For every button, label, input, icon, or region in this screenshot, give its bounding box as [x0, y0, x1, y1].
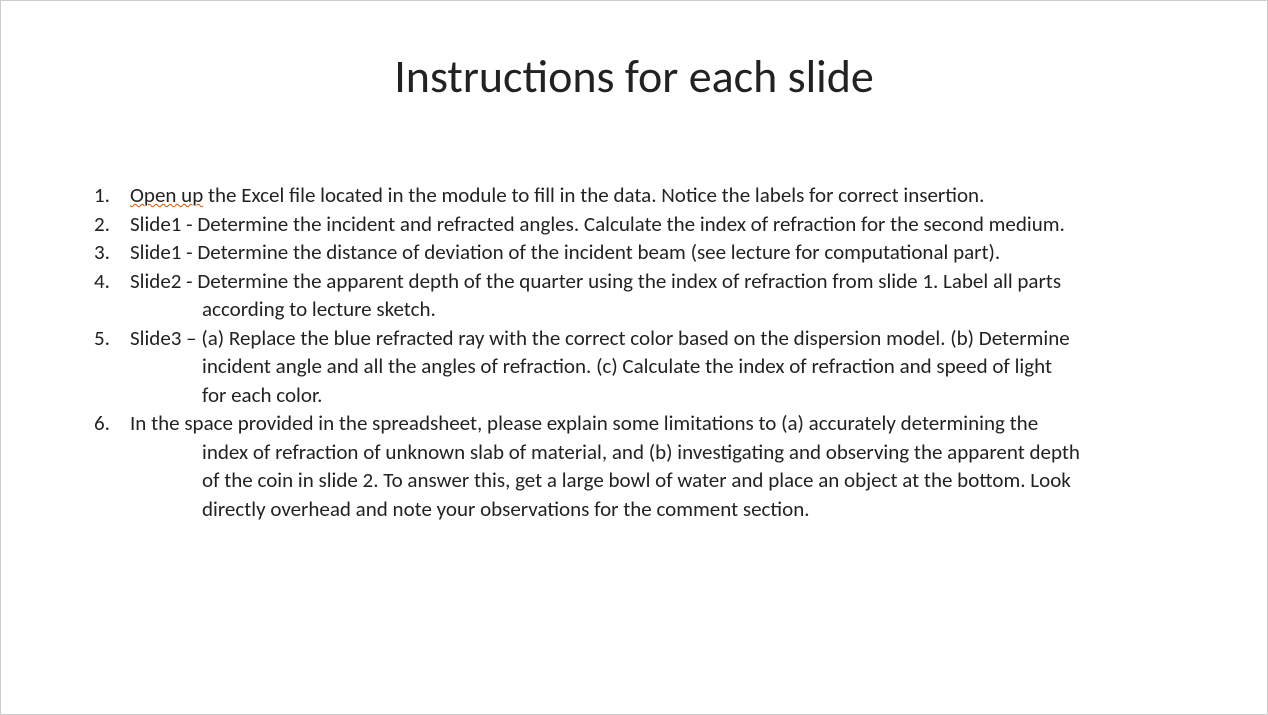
list-item: 4.Slide2 - Determine the apparent depth … [94, 267, 1207, 296]
continuation-text: according to lecture sketch. [130, 296, 436, 322]
list-item: according to lecture sketch. [94, 295, 1207, 324]
list-item: 5.Slide3 – (a) Replace the blue refracte… [94, 324, 1207, 353]
list-text: of the coin in slide 2. To answer this, … [130, 466, 1207, 495]
list-text: according to lecture sketch. [130, 295, 1207, 324]
list-number: 2. [94, 210, 130, 239]
list-number: 3. [94, 238, 130, 267]
list-item: for each color. [94, 381, 1207, 410]
slide: Instructions for each slide 1.Open up th… [1, 1, 1267, 714]
list-item: 3.Slide1 - Determine the distance of dev… [94, 238, 1207, 267]
list-item: of the coin in slide 2. To answer this, … [94, 466, 1207, 495]
continuation-text: of the coin in slide 2. To answer this, … [130, 467, 1071, 493]
list-item: 1.Open up the Excel file located in the … [94, 181, 1207, 210]
list-number: 4. [94, 267, 130, 296]
list-text: Slide2 - Determine the apparent depth of… [130, 267, 1207, 296]
slide-title: Instructions for each slide [1, 49, 1267, 105]
list-text: Slide1 - Determine the distance of devia… [130, 238, 1207, 267]
spellcheck-underline: Open up [130, 182, 203, 208]
continuation-text: directly overhead and note your observat… [130, 496, 810, 522]
list-text: incident angle and all the angles of ref… [130, 352, 1207, 381]
list-number: 1. [94, 181, 130, 210]
list-item: incident angle and all the angles of ref… [94, 352, 1207, 381]
continuation-text: index of refraction of unknown slab of m… [130, 439, 1080, 465]
instruction-list: 1.Open up the Excel file located in the … [1, 181, 1267, 524]
list-text: Open up the Excel file located in the mo… [130, 181, 1207, 210]
list-text: directly overhead and note your observat… [130, 495, 1207, 524]
continuation-text: incident angle and all the angles of ref… [130, 353, 1052, 379]
list-item: 6.In the space provided in the spreadshe… [94, 409, 1207, 438]
list-number: 6. [94, 409, 130, 438]
list-text: Slide3 – (a) Replace the blue refracted … [130, 324, 1207, 353]
continuation-text: for each color. [130, 382, 322, 408]
list-text: index of refraction of unknown slab of m… [130, 438, 1207, 467]
list-item: 2.Slide1 - Determine the incident and re… [94, 210, 1207, 239]
list-text: In the space provided in the spreadsheet… [130, 409, 1207, 438]
list-number: 5. [94, 324, 130, 353]
list-text: for each color. [130, 381, 1207, 410]
list-text: Slide1 - Determine the incident and refr… [130, 210, 1207, 239]
list-item: index of refraction of unknown slab of m… [94, 438, 1207, 467]
list-item: directly overhead and note your observat… [94, 495, 1207, 524]
